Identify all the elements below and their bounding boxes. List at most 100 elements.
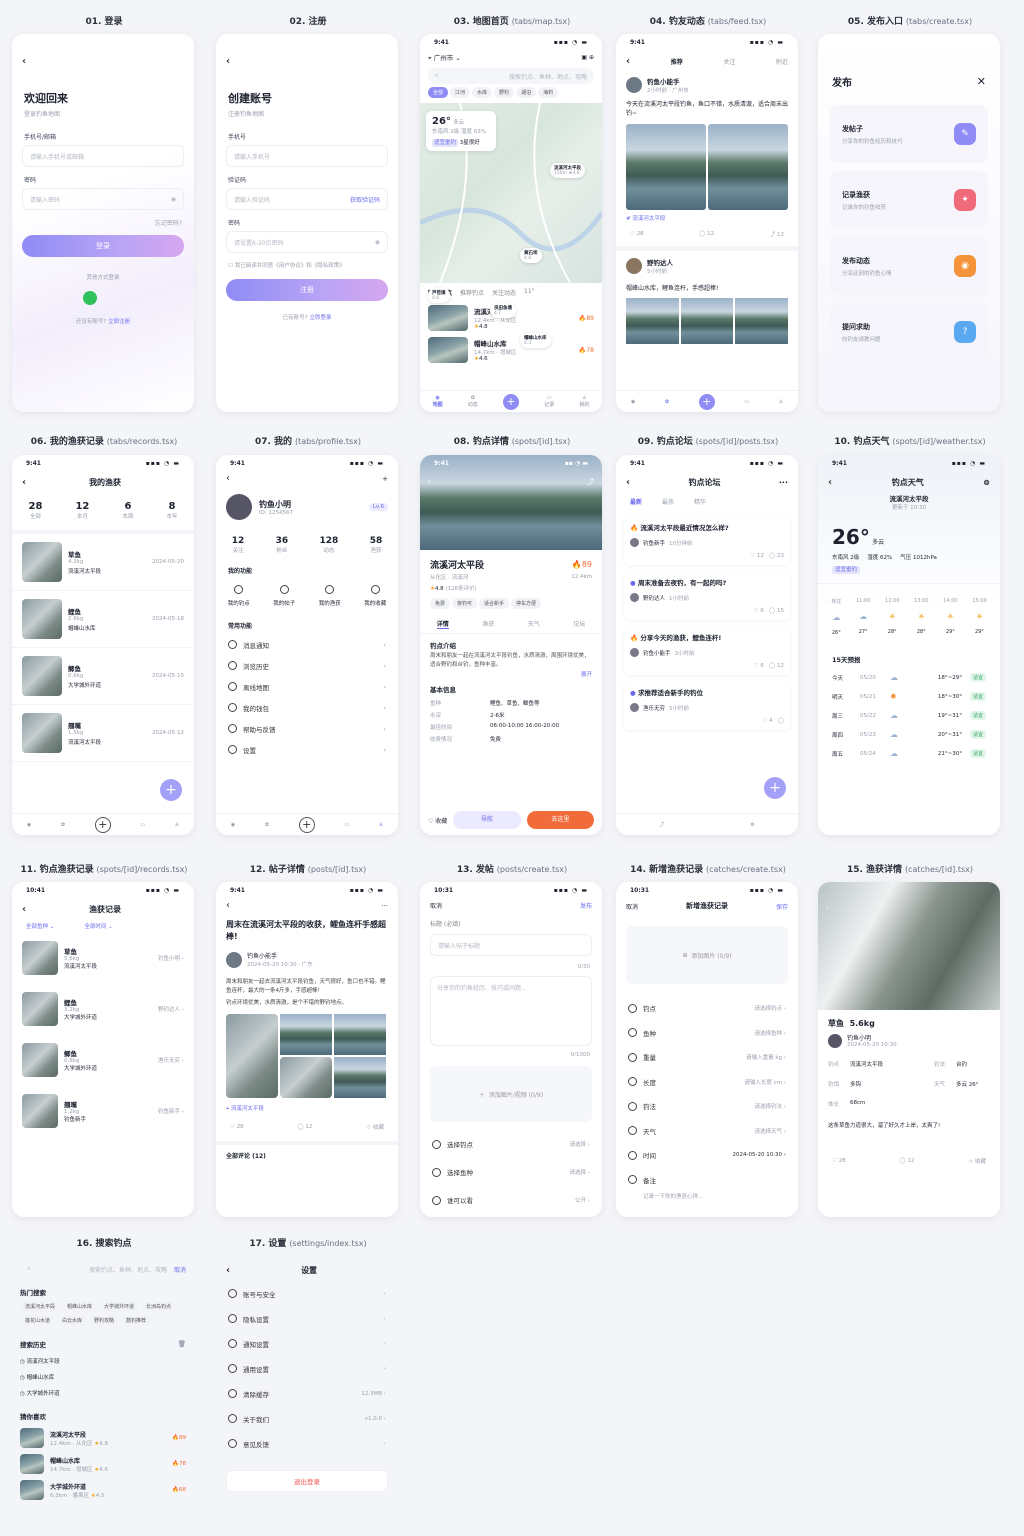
new-post-button[interactable]: + bbox=[764, 777, 786, 799]
cancel-button[interactable]: 取消 bbox=[430, 901, 442, 910]
back-icon[interactable]: ‹ bbox=[22, 477, 26, 488]
avatar[interactable] bbox=[226, 494, 252, 520]
function-item[interactable]: 我的钓点 bbox=[228, 585, 250, 607]
filter-chip[interactable]: 野钓 bbox=[494, 87, 515, 98]
tab-profile[interactable]: ♙ bbox=[175, 822, 179, 828]
spot-list-item[interactable]: 大学城外环道 6.3km · 番禺区 ★4.5 🔥68 bbox=[12, 1477, 194, 1503]
back-icon[interactable]: ‹ bbox=[226, 1265, 230, 1276]
hot-search-chip[interactable]: 大学城外环道 bbox=[99, 1301, 140, 1312]
record-item[interactable]: 翘嘴 1.5kg 流溪河太平段 2024-05-12 bbox=[12, 705, 194, 762]
avatar[interactable] bbox=[828, 1033, 842, 1048]
post-image[interactable] bbox=[626, 124, 706, 210]
back-icon[interactable]: ‹ bbox=[22, 904, 26, 915]
history-item[interactable]: ◷ 流溪河太平段 bbox=[12, 1353, 194, 1369]
cancel-button[interactable]: 取消 bbox=[174, 1265, 186, 1274]
forum-post[interactable]: ● 求推荐适合新手的钓位 渔乐无穷 5小时前 ♡ 4 ◯ bbox=[624, 681, 790, 730]
form-row[interactable]: 钓法 请选择钓法 › bbox=[616, 1094, 798, 1119]
avatar[interactable] bbox=[630, 648, 639, 657]
hot-search-chip[interactable]: 长洲岛钓点 bbox=[141, 1301, 177, 1312]
post-spot-tag[interactable]: 流溪河太平段 bbox=[231, 1106, 264, 1112]
create-option[interactable]: 发帖子 分享你的钓鱼经历和技巧 ✎ bbox=[830, 105, 988, 163]
search-input[interactable]: ⌕ 搜索钓点、鱼种、地点、攻略 bbox=[428, 68, 594, 84]
like-button[interactable]: ♡ 28 bbox=[832, 1158, 846, 1164]
add-record-button[interactable]: + bbox=[160, 779, 182, 801]
comment-button[interactable]: ◯ 12 bbox=[298, 1124, 313, 1130]
post-spot-tag[interactable]: 流溪河太平段 bbox=[632, 216, 665, 222]
stat-item[interactable]: 12 本月 bbox=[75, 501, 89, 520]
scan-icon[interactable]: ▣ bbox=[581, 54, 587, 61]
avatar[interactable] bbox=[226, 951, 242, 968]
phone-input[interactable]: 请输入手机号 bbox=[226, 145, 388, 167]
post-image[interactable] bbox=[680, 298, 734, 344]
eye-icon[interactable]: ◉ bbox=[375, 239, 380, 246]
back-icon[interactable]: ‹ bbox=[22, 56, 26, 67]
more-icon[interactable]: ··· bbox=[779, 478, 788, 487]
avatar[interactable] bbox=[626, 77, 642, 93]
eye-icon[interactable]: ◉ bbox=[171, 196, 176, 203]
hot-search-chip[interactable]: 白云水库 bbox=[57, 1315, 88, 1326]
title-input[interactable]: 请输入帖子标题 bbox=[430, 934, 592, 956]
form-row[interactable]: 谁可以看 公开 › bbox=[420, 1186, 602, 1214]
detail-tab[interactable]: 渔获 bbox=[482, 619, 494, 629]
go-button[interactable]: 去这里 bbox=[526, 811, 594, 829]
form-row[interactable]: 备注 bbox=[616, 1168, 798, 1193]
record-item[interactable]: 鲫鱼 0.8kg 大学城外环道 渔乐无穷 › bbox=[12, 1034, 194, 1085]
form-row[interactable]: 长度 请输入长度 cm › bbox=[616, 1070, 798, 1095]
record-item[interactable]: 鲫鱼 0.6kg 大学城外环道 2024-05-15 bbox=[12, 648, 194, 705]
form-row[interactable]: 钓点 请选择钓点 › bbox=[616, 996, 798, 1021]
post-image[interactable] bbox=[735, 298, 789, 344]
add-button[interactable]: + bbox=[503, 393, 519, 410]
logout-button[interactable]: 退出登录 bbox=[226, 1470, 388, 1492]
weather-card[interactable]: 26° 多云 东南风 2级 湿度 63% 适宜垂钓 3星很好 bbox=[426, 111, 496, 151]
map-pin[interactable]: 黄石坝 4.8 bbox=[520, 248, 542, 263]
save-button[interactable]: 保存 bbox=[776, 902, 788, 911]
like-button[interactable]: ♡ 28 bbox=[630, 231, 644, 237]
create-option[interactable]: 记录渔获 记录你的钓鱼收获 ✦ bbox=[830, 171, 988, 229]
settings-icon[interactable]: ⚙ bbox=[750, 822, 754, 828]
stat-item[interactable]: 6 本周 bbox=[122, 501, 133, 520]
function-item[interactable]: 我的帖子 bbox=[273, 585, 295, 607]
post-image[interactable] bbox=[226, 1014, 278, 1099]
post-image[interactable] bbox=[280, 1014, 332, 1056]
settings-item[interactable]: 清除缓存 12.3MB › bbox=[216, 1381, 398, 1406]
form-row[interactable]: 重量 请输入重量 kg › bbox=[616, 1045, 798, 1070]
tab-map[interactable]: ◉ bbox=[231, 822, 235, 828]
more-icon[interactable]: ⊜ bbox=[983, 478, 990, 487]
code-input[interactable]: 请输入验证码 获取验证码 bbox=[226, 188, 388, 210]
more-icon[interactable]: ··· bbox=[381, 902, 388, 910]
settings-item[interactable]: 意见反馈 › bbox=[216, 1431, 398, 1456]
tab-map[interactable]: ◉ 地图 bbox=[433, 395, 443, 408]
tab-records[interactable]: ▭ bbox=[140, 822, 145, 828]
post-image[interactable] bbox=[280, 1057, 332, 1099]
spot-list-item[interactable]: 帽峰山水库 14.7km · 增城区 ★4.6 🔥78 bbox=[420, 334, 602, 366]
back-icon[interactable]: ‹ bbox=[626, 477, 630, 488]
stat-item[interactable]: 8 本年 bbox=[166, 501, 177, 520]
register-button[interactable]: 注册 bbox=[226, 279, 388, 301]
back-icon[interactable]: ‹ bbox=[626, 56, 630, 67]
add-button[interactable]: + bbox=[94, 816, 111, 833]
post-image[interactable] bbox=[334, 1014, 386, 1056]
detail-tab[interactable]: 论坛 bbox=[573, 619, 585, 629]
form-row[interactable]: 时间 2024-05-20 10:30 › bbox=[616, 1143, 798, 1168]
back-icon[interactable]: ‹ bbox=[826, 904, 829, 912]
create-option[interactable]: 提问求助 向钓友请教问题? bbox=[830, 303, 988, 361]
filter-chip[interactable]: 湖泊 bbox=[516, 87, 537, 98]
comment-button[interactable]: ◯ 12 bbox=[699, 231, 714, 237]
navigate-button[interactable]: 导航 bbox=[453, 811, 521, 829]
publish-button[interactable]: 发布 bbox=[580, 901, 592, 910]
profile-stat[interactable]: 12 关注 bbox=[232, 536, 245, 554]
back-icon[interactable]: ‹ bbox=[226, 473, 230, 484]
post-image[interactable] bbox=[334, 1057, 386, 1099]
delete-icon[interactable]: 🗑 bbox=[178, 1340, 186, 1348]
detail-tab[interactable]: 天气 bbox=[528, 619, 540, 629]
back-icon[interactable]: ‹ bbox=[226, 56, 230, 67]
menu-item[interactable]: 帮助与反馈 › bbox=[216, 718, 398, 739]
filter-chip[interactable]: 海钓 bbox=[538, 87, 559, 98]
agree-checkbox[interactable]: ☐ bbox=[228, 263, 233, 269]
spot-list-item[interactable]: 帽峰山水库 14.7km · 增城区 ★4.6 🔥78 bbox=[12, 1451, 194, 1477]
map-pin[interactable]: 良田鱼塘 4.7 bbox=[490, 303, 516, 318]
login-link[interactable]: 立即登录 bbox=[309, 315, 331, 321]
menu-item[interactable]: 浏览历史 › bbox=[216, 655, 398, 676]
history-item[interactable]: ◷ 帽峰山水库 bbox=[12, 1369, 194, 1385]
map-view[interactable]: 26° 多云 东南风 2级 湿度 63% 适宜垂钓 3星很好 流溪河太平段 150m … bbox=[420, 103, 602, 348]
